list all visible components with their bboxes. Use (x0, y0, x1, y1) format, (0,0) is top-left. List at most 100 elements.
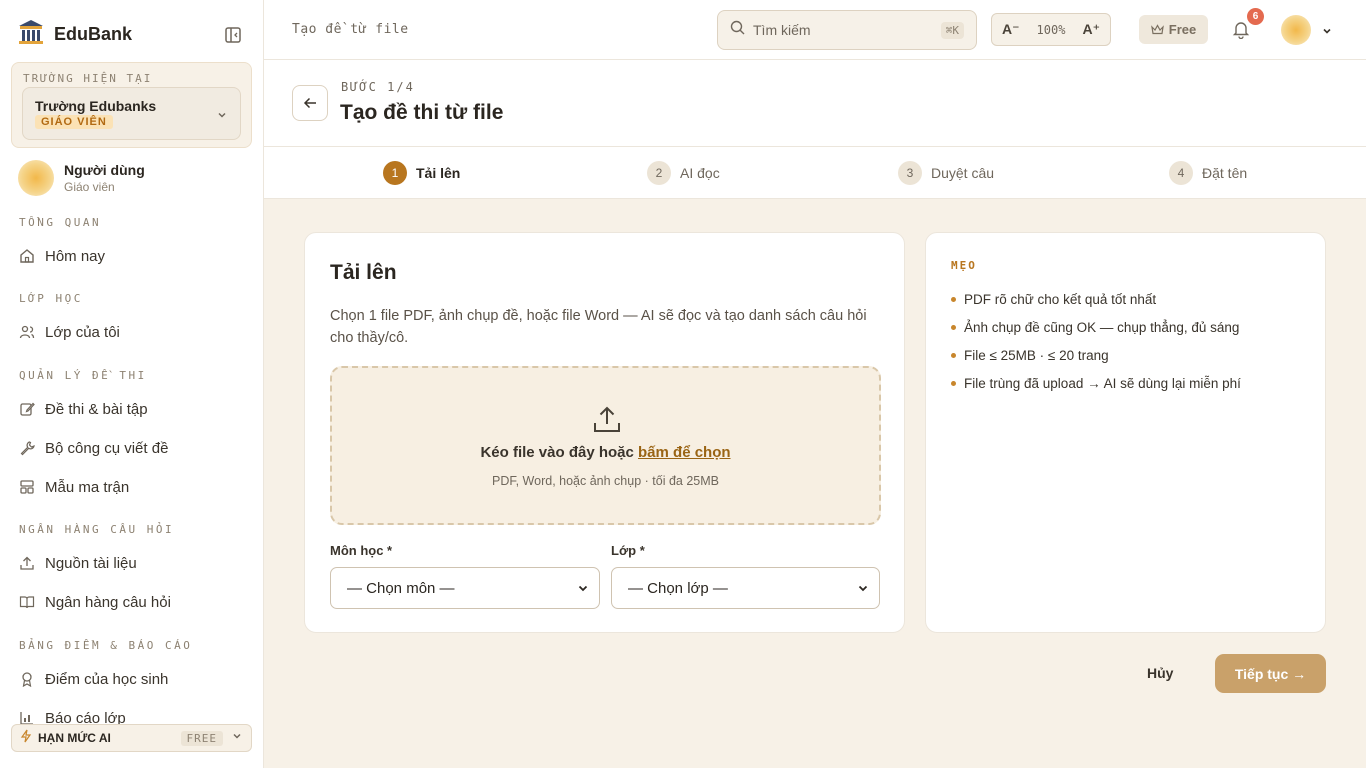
sidebar-item-today[interactable]: Hôm nay (19, 245, 105, 267)
school-caption: TRƯỜNG HIỆN TẠI (23, 72, 153, 85)
upload-icon (20, 556, 34, 570)
main-content: Tải lên Chọn 1 file PDF, ảnh chụp đề, ho… (264, 199, 1366, 768)
step-label: AI đọc (680, 165, 720, 181)
upload-card: Tải lên Chọn 1 file PDF, ảnh chụp đề, ho… (304, 232, 905, 633)
avatar (18, 160, 54, 196)
grid-icon (20, 480, 34, 494)
sidebar-item-sources[interactable]: Nguồn tài liệu (19, 552, 137, 574)
plan-button[interactable]: Free (1139, 15, 1208, 44)
continue-button[interactable]: Tiếp tục → (1215, 654, 1326, 693)
bell-icon (1232, 22, 1250, 40)
stepper: 1 Tải lên 2 AI đọc 3 Duyệt câu 4 Đặt tên (264, 147, 1366, 199)
sidebar-item-label: Đề thi & bài tập (45, 400, 148, 418)
step-counter: BƯỚC 1/4 (341, 80, 415, 94)
notifications-button[interactable] (1232, 20, 1250, 44)
step-number: 1 (383, 161, 407, 185)
nav-section-reports: BẢNG ĐIỂM & BÁO CÁO (19, 639, 193, 652)
dropzone-text: Kéo file vào đây hoặc (480, 444, 634, 461)
tip-text: File ≤ 25MB · ≤ 20 trang (964, 347, 1109, 363)
ai-quota-toggle[interactable]: HẠN MỨC AI FREE (11, 724, 252, 752)
search-placeholder: Tìm kiếm (753, 22, 811, 38)
crown-icon (1150, 24, 1164, 35)
chevron-down-icon[interactable] (1321, 24, 1333, 42)
ai-quota-label: HẠN MỨC AI (38, 731, 111, 745)
zoom-increase-button[interactable]: A⁺ (1081, 19, 1103, 40)
cancel-button[interactable]: Hủy (1147, 665, 1173, 681)
sidebar: EduBank TRƯỜNG HIỆN TẠI Trường Edubanks … (0, 0, 264, 768)
bullet-icon (951, 352, 956, 358)
subject-select[interactable]: — Chọn môn — (330, 567, 600, 609)
page-header: BƯỚC 1/4 Tạo đề thi từ file (264, 60, 1366, 147)
grade-select-value: — Chọn lớp — (628, 579, 728, 597)
sidebar-item-question-bank[interactable]: Ngân hàng câu hỏi (19, 591, 171, 613)
sidebar-item-label: Mẫu ma trận (45, 478, 130, 496)
upload-title: Tải lên (330, 261, 397, 284)
school-card: TRƯỜNG HIỆN TẠI Trường Edubanks GIÁO VIÊ… (11, 62, 252, 148)
home-icon (20, 249, 34, 263)
chevron-down-icon (578, 585, 588, 592)
wrench-icon (20, 441, 35, 456)
nav-section-question-bank: NGÂN HÀNG CÂU HỎI (19, 523, 175, 536)
tip-text: File trùng đã upload → AI sẽ dùng lại mi… (964, 375, 1241, 391)
sidebar-item-my-classes[interactable]: Lớp của tôi (19, 321, 120, 343)
step-label: Tải lên (416, 165, 461, 181)
zoom-decrease-button[interactable]: A⁻ (1000, 19, 1022, 40)
tip-text: PDF rõ chữ cho kết quả tốt nhất (964, 291, 1157, 307)
brand[interactable]: EduBank (18, 18, 132, 51)
sidebar-item-tools[interactable]: Bộ công cụ viết đề (19, 437, 168, 459)
edit-icon (20, 402, 35, 416)
search-icon (730, 20, 745, 40)
list-item: File trùng đã upload → AI sẽ dùng lại mi… (951, 369, 1241, 397)
sidebar-item-matrix[interactable]: Mẫu ma trận (19, 476, 129, 498)
sidebar-item-exams[interactable]: Đề thi & bài tập (19, 398, 148, 420)
user-name: Người dùng (64, 162, 145, 178)
bullet-icon (951, 296, 956, 302)
bullet-icon (951, 380, 956, 386)
grade-label: Lớp * (611, 543, 645, 558)
breadcrumb: Tạo đề từ file (292, 22, 409, 37)
upload-description: Chọn 1 file PDF, ảnh chụp đề, hoặc file … (330, 308, 867, 346)
page-title: Tạo đề thi từ file (340, 101, 504, 124)
browse-file-link[interactable]: bấm để chọn (638, 444, 731, 461)
school-name: Trường Edubanks (35, 98, 157, 114)
sidebar-item-student-scores[interactable]: Điểm của học sinh (19, 668, 168, 690)
dropzone-hint: PDF, Word, hoặc ảnh chụp · tối đa 25MB (492, 474, 719, 488)
app-name: EduBank (54, 24, 133, 44)
collapse-sidebar-icon[interactable] (224, 26, 242, 44)
file-dropzone[interactable]: Kéo file vào đây hoặc bấm để chọn PDF, W… (330, 366, 881, 525)
sidebar-item-label: Điểm của học sinh (45, 670, 169, 688)
step-ai-read[interactable]: 2 AI đọc (647, 161, 720, 185)
search-input[interactable]: Tìm kiếm ⌘K (717, 10, 977, 50)
award-icon (22, 672, 32, 687)
ai-quota-tier-badge: FREE (180, 730, 223, 746)
users-icon (19, 325, 35, 339)
zoom-level: 100% (1036, 22, 1066, 37)
font-zoom-control: A⁻ 100% A⁺ (991, 13, 1111, 46)
arrow-left-icon (303, 97, 316, 109)
step-upload[interactable]: 1 Tải lên (383, 161, 460, 185)
role-badge: GIÁO VIÊN (35, 115, 113, 129)
sidebar-item-label: Ngân hàng câu hỏi (45, 593, 171, 611)
user-profile[interactable]: Người dùng Giáo viên (18, 160, 145, 196)
chevron-down-icon (231, 729, 243, 747)
plan-label: Free (1168, 22, 1197, 37)
avatar[interactable] (1281, 15, 1311, 45)
grade-select[interactable]: — Chọn lớp — (611, 567, 880, 609)
sidebar-item-label: Bộ công cụ viết đề (45, 439, 169, 457)
nav-section-overview: TỔNG QUAN (19, 216, 102, 229)
back-button[interactable] (292, 85, 328, 121)
topbar: Tạo đề từ file Tìm kiếm ⌘K A⁻ 100% A⁺ Fr… (264, 0, 1366, 60)
list-item: Ảnh chụp đề cũng OK — chụp thẳng, đủ sán… (951, 313, 1241, 341)
step-review[interactable]: 3 Duyệt câu (898, 161, 994, 185)
notification-count-badge: 6 (1247, 8, 1264, 25)
lightning-icon (20, 729, 32, 748)
tips-card: MẸO PDF rõ chữ cho kết quả tốt nhất Ảnh … (925, 232, 1326, 633)
step-name[interactable]: 4 Đặt tên (1169, 161, 1247, 185)
school-selector[interactable]: Trường Edubanks GIÁO VIÊN (22, 87, 241, 140)
book-icon (19, 596, 35, 609)
sidebar-item-label: Lớp của tôi (45, 323, 120, 341)
school-logo-icon (18, 18, 44, 51)
step-label: Duyệt câu (931, 165, 995, 181)
tips-list: PDF rõ chữ cho kết quả tốt nhất Ảnh chụp… (951, 285, 1241, 397)
subject-label: Môn học * (330, 543, 393, 558)
